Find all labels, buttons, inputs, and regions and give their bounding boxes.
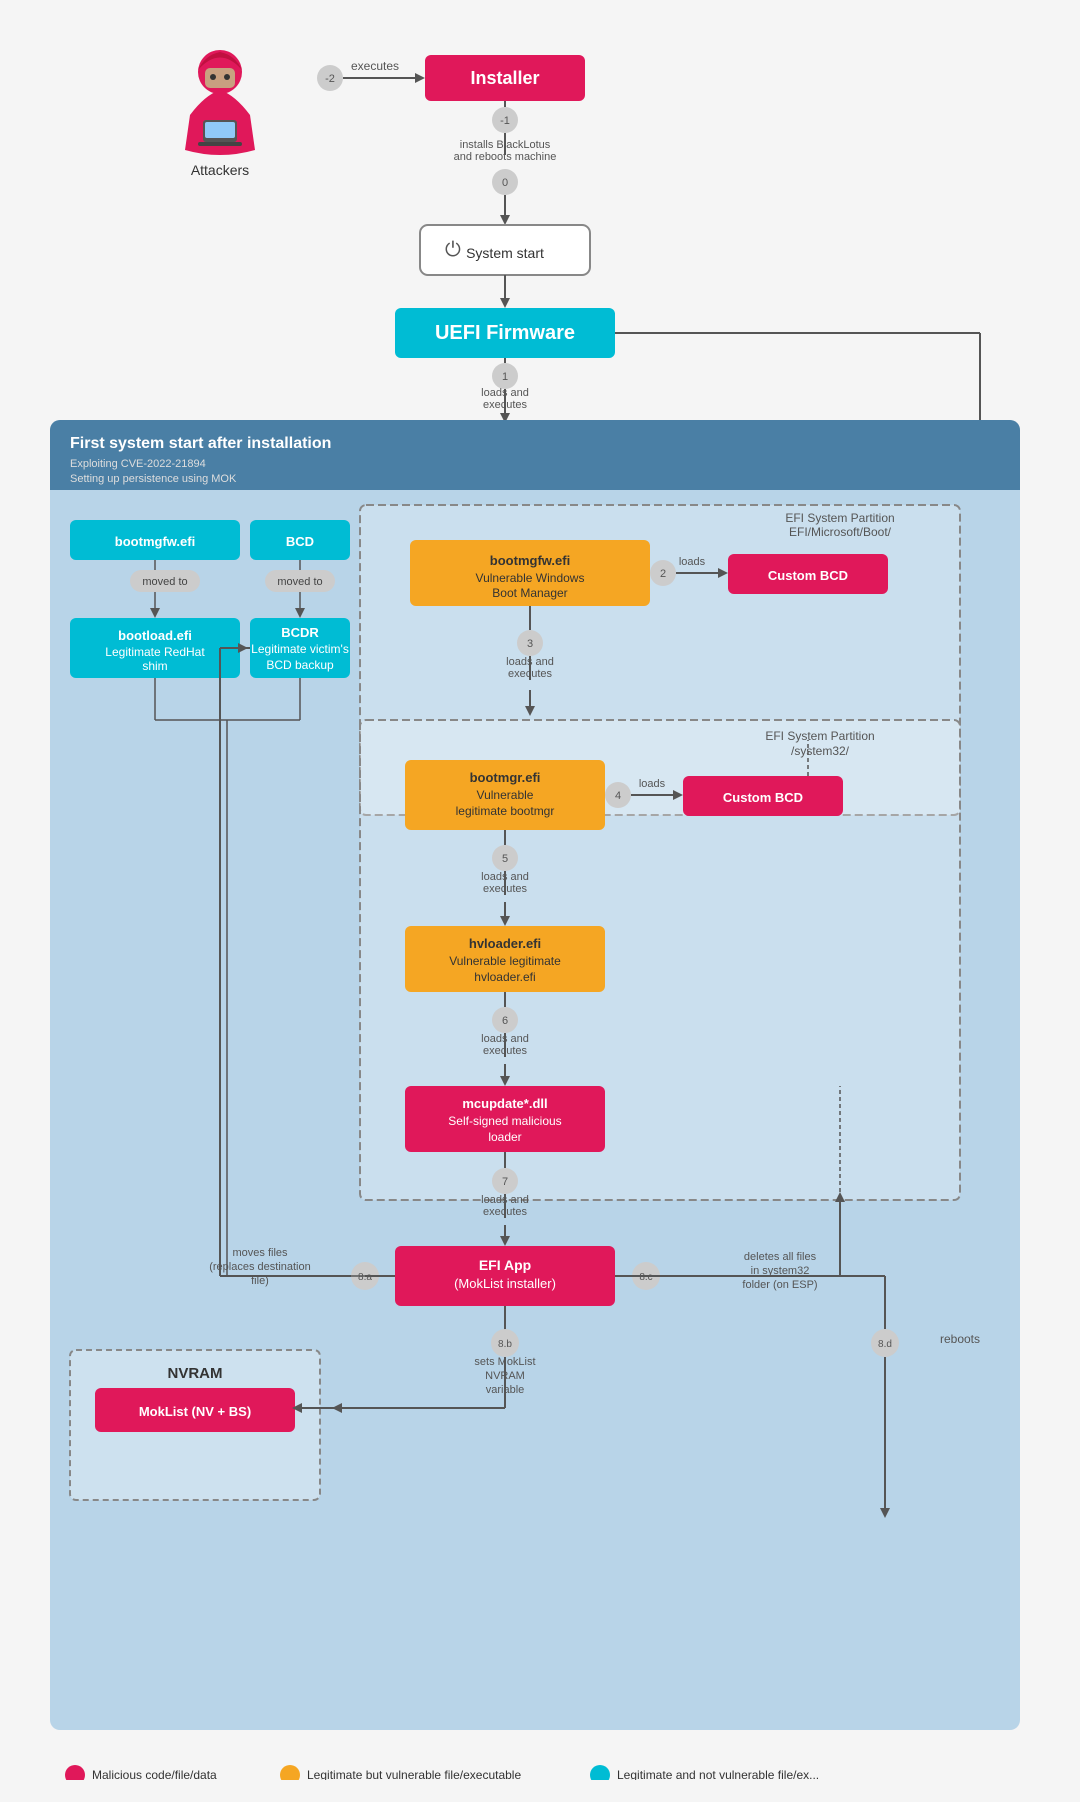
svg-text:Legitimate RedHat: Legitimate RedHat — [105, 645, 205, 659]
setting-up-label: Setting up persistence using MOK — [70, 473, 237, 485]
svg-text:hvloader.efi: hvloader.efi — [474, 970, 535, 984]
svg-text:8.d: 8.d — [878, 1339, 892, 1350]
svg-text:-2: -2 — [325, 73, 335, 85]
svg-text:Vulnerable: Vulnerable — [477, 788, 534, 802]
svg-text:5: 5 — [502, 853, 508, 865]
svg-text:7: 7 — [502, 1176, 508, 1188]
svg-text:Self-signed malicious: Self-signed malicious — [448, 1114, 561, 1128]
svg-text:EFI/Microsoft/Boot/: EFI/Microsoft/Boot/ — [789, 525, 892, 539]
svg-text:2: 2 — [660, 568, 666, 580]
svg-text:(MokList installer): (MokList installer) — [454, 1276, 556, 1291]
svg-text:Vulnerable Windows: Vulnerable Windows — [476, 571, 585, 585]
svg-text:and reboots machine: and reboots machine — [454, 151, 557, 163]
svg-text:moved to: moved to — [277, 576, 322, 588]
svg-text:moved to: moved to — [142, 576, 187, 588]
first-system-start-title: First system start after installation — [70, 435, 331, 452]
svg-text:shim: shim — [142, 659, 167, 673]
svg-text:loads: loads — [679, 556, 706, 568]
svg-text:folder (on ESP): folder (on ESP) — [742, 1279, 817, 1291]
svg-text:3: 3 — [527, 638, 533, 650]
svg-text:EFI App: EFI App — [479, 1257, 531, 1273]
svg-text:bootmgfw.efi: bootmgfw.efi — [490, 553, 570, 568]
svg-text:4: 4 — [615, 790, 621, 802]
installs-label: installs BlackLotus — [460, 139, 551, 151]
svg-text:bootmgfw.efi: bootmgfw.efi — [115, 534, 195, 549]
svg-text:Legitimate victim's: Legitimate victim's — [251, 642, 349, 656]
svg-text:EFI System Partition: EFI System Partition — [765, 729, 874, 743]
nvram-label: NVRAM — [168, 1365, 223, 1382]
moklist-label: MokList (NV + BS) — [139, 1404, 251, 1419]
system-start-label: System start — [466, 245, 544, 261]
legend-label-legitimate-vulnerable: Legitimate but vulnerable file/executabl… — [307, 1768, 521, 1780]
legend-label-malicious: Malicious code/file/data — [92, 1768, 217, 1780]
svg-text:(replaces destination: (replaces destination — [209, 1261, 311, 1273]
svg-text:Vulnerable legitimate: Vulnerable legitimate — [449, 954, 561, 968]
svg-text:mcupdate*.dll: mcupdate*.dll — [462, 1096, 547, 1111]
svg-text:Custom BCD: Custom BCD — [768, 568, 848, 583]
svg-text:bootload.efi: bootload.efi — [118, 628, 192, 643]
svg-text:8.a: 8.a — [358, 1272, 372, 1283]
svg-text:hvloader.efi: hvloader.efi — [469, 936, 541, 951]
svg-text:1: 1 — [502, 371, 508, 383]
svg-text:BCDR: BCDR — [281, 625, 319, 640]
svg-text:reboots: reboots — [940, 1332, 980, 1346]
legend-label-not-vulnerable: Legitimate and not vulnerable file/ex... — [617, 1768, 819, 1780]
svg-text:EFI System Partition: EFI System Partition — [785, 511, 894, 525]
svg-text:BCD backup: BCD backup — [266, 658, 334, 672]
svg-text:Boot Manager: Boot Manager — [492, 586, 567, 600]
installer-label: Installer — [470, 68, 539, 88]
svg-text:bootmgr.efi: bootmgr.efi — [470, 770, 541, 785]
executes-label: executes — [351, 59, 399, 73]
svg-text:BCD: BCD — [286, 534, 314, 549]
svg-text:loader: loader — [488, 1130, 521, 1144]
diagram-container: Attackers -2 executes Installer -1 insta… — [0, 0, 1080, 1800]
svg-text:6: 6 — [502, 1015, 508, 1027]
svg-text:8.c: 8.c — [639, 1272, 652, 1283]
svg-text:legitimate bootmgr: legitimate bootmgr — [456, 804, 555, 818]
svg-text:/system32/: /system32/ — [791, 744, 850, 758]
svg-text:-1: -1 — [500, 115, 510, 127]
svg-text:moves files: moves files — [232, 1247, 288, 1259]
attackers-label: Attackers — [191, 162, 249, 178]
svg-text:deletes all files: deletes all files — [744, 1251, 817, 1263]
uefi-label: UEFI Firmware — [435, 322, 575, 344]
svg-text:0: 0 — [502, 177, 508, 189]
power-icon: ⏻ — [445, 239, 461, 261]
svg-text:8.b: 8.b — [498, 1339, 512, 1350]
svg-text:loads: loads — [639, 778, 666, 790]
svg-text:Custom BCD: Custom BCD — [723, 790, 803, 805]
exploiting-label: Exploiting CVE-2022-21894 — [70, 458, 206, 470]
